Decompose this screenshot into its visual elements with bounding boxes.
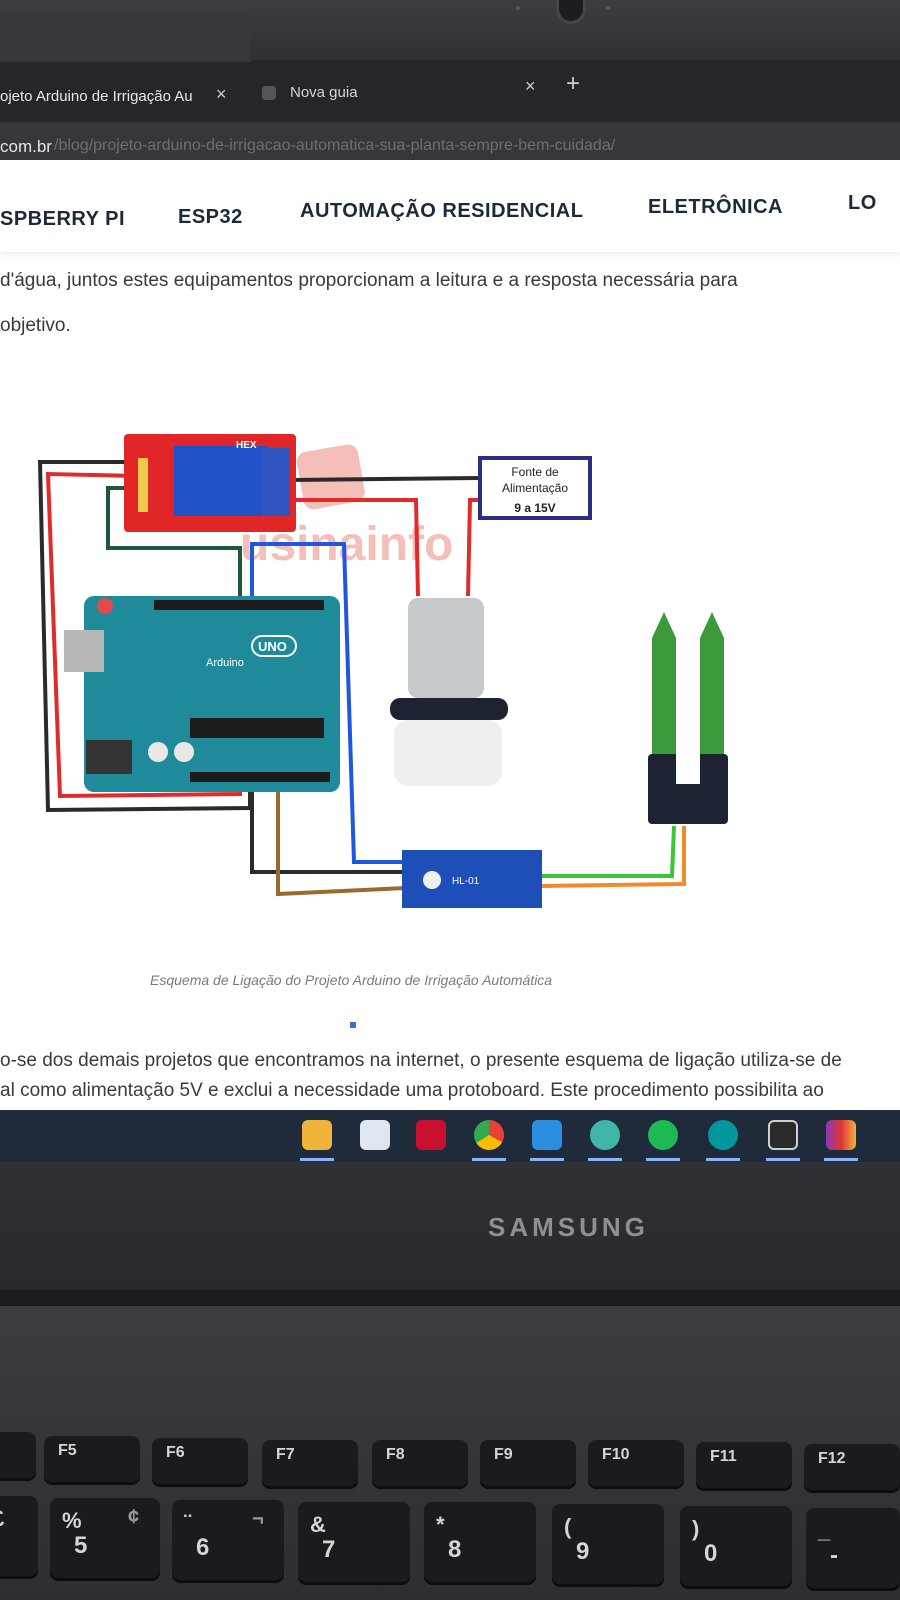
key-f10[interactable]: F10 xyxy=(588,1440,684,1486)
paragraph-line: o-se dos demais projetos que encontramos… xyxy=(0,1050,842,1071)
key-f4[interactable] xyxy=(0,1432,36,1478)
paragraph-line: objetivo. xyxy=(0,315,71,336)
windows-taskbar xyxy=(0,1110,900,1162)
nav-item-esp32[interactable]: ESP32 xyxy=(178,206,243,229)
terminal-icon[interactable] xyxy=(768,1120,798,1150)
mcafee-icon[interactable] xyxy=(416,1120,446,1150)
key-7[interactable]: & 7 xyxy=(298,1502,410,1582)
key-f11[interactable]: F11 xyxy=(696,1442,792,1488)
vscode-icon[interactable] xyxy=(532,1120,562,1150)
nav-item-automacao[interactable]: AUTOMAÇÃO RESIDENCIAL xyxy=(300,200,583,223)
microsoft-store-icon[interactable] xyxy=(360,1120,390,1150)
chrome-icon[interactable] xyxy=(474,1120,504,1150)
key-minus[interactable]: _ - xyxy=(806,1508,900,1588)
sensor-module: HL-01 xyxy=(402,850,542,908)
sensor-module-label: HL-01 xyxy=(452,876,480,887)
wire-relay-black xyxy=(291,476,481,482)
key-f9[interactable]: F9 xyxy=(480,1440,576,1486)
key-0[interactable]: ) 0 xyxy=(680,1506,792,1586)
key-f12[interactable]: F12 xyxy=(804,1444,900,1490)
key-f7[interactable]: F7 xyxy=(262,1440,358,1486)
key-4[interactable]: £ xyxy=(0,1496,38,1576)
taskbar-active-indicator xyxy=(588,1158,622,1161)
taskbar-active-indicator xyxy=(646,1158,680,1161)
figure-caption: Esquema de Ligação do Projeto Arduino de… xyxy=(150,972,553,988)
key-8[interactable]: * 8 xyxy=(424,1502,536,1582)
arduino-ide-icon[interactable] xyxy=(708,1120,738,1150)
soil-moisture-probe xyxy=(648,612,728,824)
key-5[interactable]: % ¢ 5 xyxy=(50,1498,160,1578)
tab-favicon-icon xyxy=(262,86,276,100)
brand-logo: SAMSUNG xyxy=(488,1212,649,1242)
wire-probe-green xyxy=(540,825,676,878)
taskbar-active-indicator xyxy=(472,1158,506,1161)
paragraph-line: d'água, juntos estes equipamentos propor… xyxy=(0,270,738,291)
decorative-mark xyxy=(350,1022,356,1028)
paragraph-line: al como alimentação 5V e exclui a necess… xyxy=(0,1080,824,1101)
url-path[interactable]: /blog/projeto-arduino-de-irrigacao-autom… xyxy=(54,137,615,155)
key-f6[interactable]: F6 xyxy=(152,1438,248,1484)
key-6[interactable]: ¨ ¬ 6 xyxy=(172,1500,284,1580)
arduino-model-label: UNO xyxy=(258,639,287,654)
power-supply-voltage: 9 a 15V xyxy=(514,501,555,515)
power-supply-box: Fonte de Alimentação 9 a 15V xyxy=(478,456,592,520)
tab-second-title[interactable]: Nova guia xyxy=(290,84,358,101)
arduino-brand-label: Arduino xyxy=(206,657,244,669)
nav-item-raspberry[interactable]: SPBERRY PI xyxy=(0,208,125,231)
key-9[interactable]: (9 xyxy=(552,1504,664,1584)
laptop-bottom-bezel xyxy=(0,1162,900,1302)
wiring-diagram: usinainfo HEX Fonte de Alimentação 9 a 1… xyxy=(37,434,728,908)
tab-close-icon[interactable]: × xyxy=(216,84,227,105)
spotify-icon[interactable] xyxy=(648,1120,678,1150)
power-supply-label: Alimentação xyxy=(502,481,568,495)
key-f5[interactable]: F5 xyxy=(44,1436,140,1482)
taskbar-active-indicator xyxy=(766,1158,800,1161)
arduino-uno-board: Arduino UNO xyxy=(64,596,340,792)
tab-second-close-icon[interactable]: × xyxy=(525,76,536,97)
file-explorer-icon[interactable] xyxy=(302,1120,332,1150)
nav-item-eletronica[interactable]: ELETRÔNICA xyxy=(648,196,783,219)
taskbar-active-indicator xyxy=(706,1158,740,1161)
edge-icon[interactable] xyxy=(590,1120,620,1150)
laptop-hinge xyxy=(0,1290,900,1306)
water-pump xyxy=(390,598,508,786)
relay-label: HEX xyxy=(236,440,257,451)
taskbar-active-indicator xyxy=(530,1158,564,1161)
tab-active[interactable] xyxy=(0,14,250,62)
bezel-dot xyxy=(516,6,520,10)
tab-active-title[interactable]: ojeto Arduino de Irrigação Au xyxy=(0,88,193,105)
key-f8[interactable]: F8 xyxy=(372,1440,468,1486)
winrar-icon[interactable] xyxy=(826,1120,856,1150)
relay-module: HEX xyxy=(124,434,296,532)
url-host[interactable]: com.br xyxy=(0,137,52,157)
taskbar-active-indicator xyxy=(824,1158,858,1161)
bezel-dot xyxy=(606,6,610,10)
taskbar-active-indicator xyxy=(300,1158,334,1161)
power-supply-label: Fonte de xyxy=(511,465,559,479)
nav-item-loja[interactable]: LO xyxy=(848,192,877,215)
new-tab-icon[interactable]: + xyxy=(566,70,580,98)
